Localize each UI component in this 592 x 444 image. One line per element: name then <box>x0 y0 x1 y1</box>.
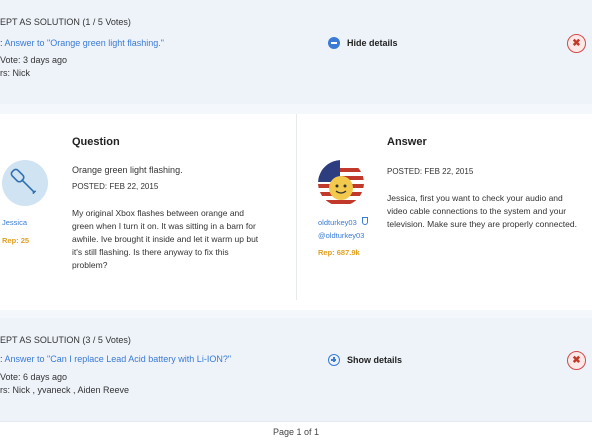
plus-circle-icon <box>328 354 340 366</box>
question-section-title: Question <box>72 136 120 148</box>
voters-list: rs: Nick <box>0 68 30 78</box>
show-details-button[interactable]: Show details <box>328 354 402 366</box>
voters-list: rs: Nick , yvaneck , Aiden Reeve <box>0 385 130 395</box>
question-body: My original Xbox flashes between orange … <box>72 208 259 270</box>
remove-vote-button[interactable]: ✖ <box>567 34 586 53</box>
column-divider <box>296 114 297 300</box>
vote-answer-line: : Answer to "Can I replace Lead Acid bat… <box>0 354 231 364</box>
close-icon: ✖ <box>572 38 581 49</box>
footer-divider <box>0 421 592 422</box>
question-posted: POSTED: FEB 22, 2015 <box>72 182 159 191</box>
answer-author-name[interactable]: oldturkey03 <box>318 218 357 227</box>
flag-avatar-icon <box>318 160 364 206</box>
separator <box>0 310 592 318</box>
vote-time: Vote: 6 days ago <box>0 372 68 382</box>
separator <box>0 104 592 114</box>
answer-author-rep: Rep: 687.9k <box>318 248 360 257</box>
vote-answer-line: : Answer to "Orange green light flashing… <box>0 38 164 48</box>
vote-heading: EPT AS SOLUTION (3 / 5 Votes) <box>0 335 131 345</box>
answer-section-title: Answer <box>387 136 427 148</box>
pagination-label: Page 1 of 1 <box>272 427 320 437</box>
vote-time: Vote: 3 days ago <box>0 55 68 65</box>
minus-circle-icon <box>328 37 340 49</box>
answer-body: Jessica, first you want to check your au… <box>387 193 577 229</box>
vote-heading: EPT AS SOLUTION (1 / 5 Votes) <box>0 17 131 27</box>
answer-author-avatar[interactable] <box>318 160 364 206</box>
answer-link[interactable]: Answer to "Can I replace Lead Acid batte… <box>5 354 232 364</box>
vote-card-1 <box>0 0 592 104</box>
show-details-label: Show details <box>347 355 403 365</box>
hide-details-button[interactable]: Hide details <box>328 37 398 49</box>
question-author-rep: Rep: 25 <box>2 236 30 245</box>
question-title: Orange green light flashing. <box>72 165 183 175</box>
answer-posted: POSTED: FEB 22, 2015 <box>387 167 474 176</box>
remove-vote-button[interactable]: ✖ <box>567 351 586 370</box>
answer-link[interactable]: Answer to "Orange green light flashing." <box>5 38 164 48</box>
question-author-avatar[interactable] <box>2 160 48 206</box>
question-author-name[interactable]: Jessica <box>2 218 27 227</box>
vote-card-2 <box>0 318 592 421</box>
screwdriver-icon <box>2 160 48 206</box>
answer-author-handle[interactable]: @oldturkey03 <box>318 231 364 240</box>
shield-icon <box>362 217 368 225</box>
close-icon: ✖ <box>572 355 581 366</box>
hide-details-label: Hide details <box>347 38 398 48</box>
